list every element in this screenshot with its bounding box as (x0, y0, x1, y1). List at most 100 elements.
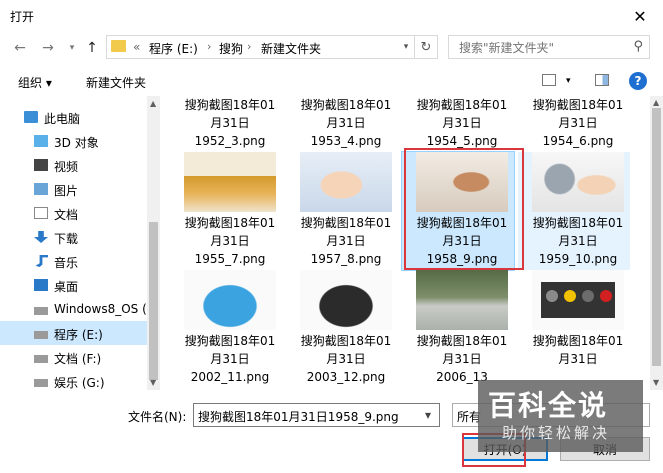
file-name: 搜狗截图18年01 月31日 2003_12.png (286, 332, 406, 386)
file-item[interactable]: 搜狗截图18年01 月31日 1959_10.png (518, 152, 630, 270)
file-name-line: 月31日 (558, 234, 598, 248)
traffic-light-icon (582, 290, 594, 302)
search-icon: ⚲ (633, 39, 643, 54)
nav-scrollbar-thumb[interactable] (149, 222, 158, 380)
file-name-line: 月31日 (210, 352, 250, 366)
file-name-line: 搜狗截图18年01 (416, 334, 508, 348)
file-thumbnail (532, 152, 624, 212)
sidebar-item[interactable]: Windows8_OS (C (0, 297, 155, 321)
file-item[interactable]: 搜狗截图18年01 月31日 2006_13 (402, 270, 514, 388)
navigation-pane: 此电脑 3D 对象视频 图片 文档 下载 音乐桌面 Windows8_OS (C 程序 (E:… (0, 96, 160, 390)
file-name: 搜狗截图18年01 月31日 1952_3.png (170, 96, 290, 150)
address-bar[interactable]: « 程序 (E:) › 搜狗 › 新建文件夹 ▾ ↻ (106, 35, 438, 59)
chevron-down-icon: ▾ (69, 43, 75, 53)
file-item[interactable]: 搜狗截图18年01 月31日 2002_11.png (170, 270, 282, 388)
chevron-down-icon: ▾ (425, 408, 432, 422)
sidebar-item[interactable]: 文档 (0, 201, 147, 225)
filename-field[interactable]: 搜狗截图18年01月31日1958_9.png ▾ (193, 403, 440, 427)
file-item[interactable]: 搜狗截图18年01 月31日 1955_7.png (170, 152, 282, 270)
nav-scrollbar[interactable]: ▲ ▼ (147, 96, 160, 390)
view-icon[interactable] (542, 74, 556, 86)
highlight-box-selected-file (404, 148, 524, 270)
back-button[interactable]: ← (10, 38, 30, 58)
sidebar-item-label: 桌面 (54, 280, 79, 294)
file-thumbnail (184, 152, 276, 212)
file-item[interactable]: 搜狗截图18年01 月31日 1954_5.png (402, 96, 514, 152)
sidebar-item[interactable]: 音乐 (0, 249, 147, 273)
scroll-down-icon[interactable]: ▼ (653, 378, 659, 387)
sidebar-item[interactable]: 程序 (E:) (0, 321, 147, 345)
up-button[interactable]: ↑ (82, 38, 102, 58)
file-name-line: 月31日 (558, 116, 598, 130)
arrow-left-icon: ← (14, 40, 26, 56)
sidebar-item[interactable]: 下载 (0, 225, 147, 249)
file-name-line: 搜狗截图18年01 (184, 334, 276, 348)
sidebar-item[interactable]: 此电脑 (0, 105, 147, 129)
watermark: 百科全说 助你轻松解决 (478, 380, 643, 452)
breadcrumb-drive[interactable]: 程序 (E:) (149, 40, 198, 57)
file-name: 搜狗截图18年01 月31日 (518, 332, 638, 368)
file-item[interactable]: 搜狗截图18年01 月31日 1954_6.png (518, 96, 630, 152)
view-dropdown-icon[interactable]: ▾ (566, 76, 571, 86)
close-button[interactable]: ✕ (617, 0, 663, 32)
file-name: 搜狗截图18年01 月31日 1957_8.png (286, 214, 406, 268)
sidebar-item[interactable]: 图片 (0, 177, 147, 201)
drive-icon (34, 379, 48, 387)
grid-scrollbar[interactable]: ▲ ▼ (650, 96, 663, 390)
file-name: 搜狗截图18年01 月31日 2002_11.png (170, 332, 290, 386)
file-item[interactable]: 搜狗截图18年01 月31日 1952_3.png (170, 96, 282, 152)
traffic-light-icon (600, 290, 612, 302)
breadcrumb-sogou[interactable]: 搜狗 (219, 40, 243, 57)
grid-scrollbar-thumb[interactable] (652, 108, 661, 366)
sidebar-item[interactable]: 视频 (0, 153, 147, 177)
file-name-line: 搜狗截图18年01 (184, 98, 276, 112)
organize-button[interactable]: 组织 ▾ (18, 74, 52, 91)
help-button[interactable]: ? (629, 72, 647, 90)
computer-icon (24, 111, 38, 123)
watermark-logo: 百科全说 (488, 389, 609, 422)
forward-button[interactable]: → (38, 38, 58, 58)
file-name-line: 1959_10.png (538, 252, 618, 266)
new-folder-button[interactable]: 新建文件夹 (86, 74, 146, 91)
scroll-up-icon[interactable]: ▲ (150, 99, 156, 108)
file-item[interactable]: 搜狗截图18年01 月31日 1953_4.png (286, 96, 398, 152)
file-name: 搜狗截图18年01 月31日 1959_10.png (518, 214, 638, 268)
download-icon (34, 231, 48, 243)
scroll-up-icon[interactable]: ▲ (653, 98, 659, 107)
sidebar-item[interactable]: 桌面 (0, 273, 147, 297)
file-name-line: 月31日 (558, 352, 598, 366)
pictures-icon (34, 183, 48, 195)
file-name-line: 月31日 (210, 234, 250, 248)
scroll-down-icon[interactable]: ▼ (150, 378, 156, 387)
help-icon: ? (634, 74, 642, 88)
sidebar-item-label: 3D 对象 (54, 136, 99, 150)
root-chevron[interactable]: « (133, 40, 140, 54)
search-box[interactable]: ⚲ (448, 35, 650, 59)
folder-icon (111, 40, 126, 52)
file-name-line: 搜狗截图18年01 (300, 98, 392, 112)
breadcrumb-new-folder[interactable]: 新建文件夹 (261, 40, 321, 57)
search-input[interactable] (457, 37, 631, 59)
file-item[interactable]: 搜狗截图18年01 月31日 2003_12.png (286, 270, 398, 388)
sidebar-item[interactable]: 娱乐 (G:) (0, 369, 147, 390)
sidebar-item[interactable]: 3D 对象 (0, 129, 147, 153)
preview-pane-icon[interactable] (595, 74, 609, 86)
file-name: 搜狗截图18年01 月31日 2006_13 (402, 332, 522, 386)
file-item[interactable]: 搜狗截图18年01 月31日 1957_8.png (286, 152, 398, 270)
recent-locations-button[interactable]: ▾ (62, 38, 82, 58)
filename-dropdown[interactable]: ▾ (421, 404, 439, 426)
video-icon (34, 159, 48, 171)
arrow-up-icon: ↑ (86, 40, 98, 56)
drive-icon (34, 331, 48, 339)
file-name-line: 2002_11.png (190, 370, 270, 384)
file-item[interactable]: 搜狗截图18年01 月31日 (518, 270, 630, 388)
file-name-line: 搜狗截图18年01 (300, 216, 392, 230)
desktop-icon (34, 279, 48, 291)
sidebar-item[interactable]: 文档 (F:) (0, 345, 147, 369)
sidebar-item-label: 文档 (F:) (54, 352, 102, 366)
address-dropdown[interactable]: ▾ (397, 36, 415, 58)
file-name: 搜狗截图18年01 月31日 1955_7.png (170, 214, 290, 268)
file-thumbnail (300, 270, 392, 330)
file-name-line: 搜狗截图18年01 (532, 334, 624, 348)
refresh-button[interactable]: ↻ (414, 36, 437, 58)
